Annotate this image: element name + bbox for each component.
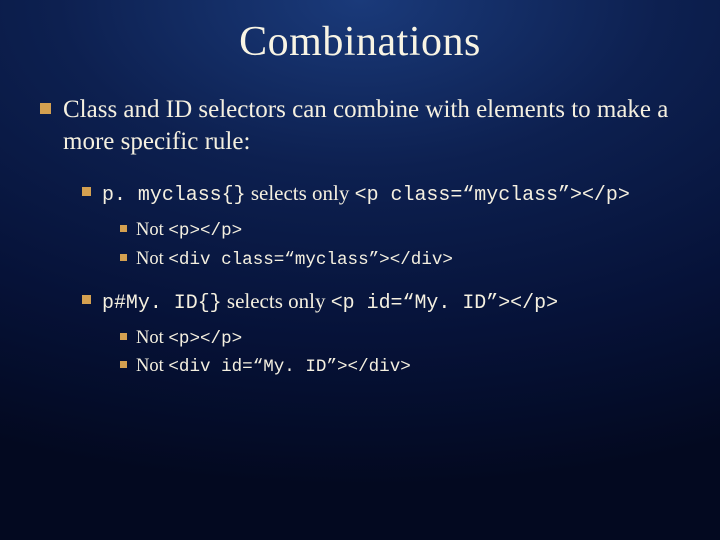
- code-example: <div id=“My. ID”></div>: [168, 357, 410, 377]
- slide-body: Combinations Class and ID selectors can …: [0, 0, 720, 540]
- level3-text: Not <p></p>: [136, 218, 242, 243]
- bullet-level1: Class and ID selectors can combine with …: [40, 94, 690, 158]
- not-prefix: Not: [136, 220, 168, 240]
- bullet-level3: Not <p></p>: [120, 326, 690, 351]
- bullet-level2: p. myclass{} selects only <p class=“mycl…: [82, 180, 690, 208]
- not-prefix: Not: [136, 356, 168, 376]
- level3-text: Not <p></p>: [136, 326, 242, 351]
- text-mid: selects only: [222, 289, 331, 313]
- not-prefix: Not: [136, 249, 168, 269]
- bullet-level2: p#My. ID{} selects only <p id=“My. ID”><…: [82, 288, 690, 316]
- subgroup-2: p#My. ID{} selects only <p id=“My. ID”><…: [30, 288, 690, 380]
- subgroup-1: p. myclass{} selects only <p class=“mycl…: [30, 180, 690, 272]
- level3-text: Not <div class=“myclass”></div>: [136, 247, 453, 272]
- not-prefix: Not: [136, 328, 168, 348]
- slide-title: Combinations: [30, 18, 690, 66]
- square-bullet-icon: [82, 295, 91, 304]
- level2-text: p. myclass{} selects only <p class=“mycl…: [102, 180, 630, 208]
- bullet-level3: Not <div class=“myclass”></div>: [120, 247, 690, 272]
- square-bullet-icon: [120, 361, 127, 368]
- square-bullet-icon: [120, 333, 127, 340]
- code-example: <div class=“myclass”></div>: [168, 250, 453, 270]
- code-example: <p id=“My. ID”></p>: [331, 291, 558, 314]
- level3-text: Not <div id=“My. ID”></div>: [136, 354, 411, 379]
- code-example: <p></p>: [168, 221, 242, 241]
- code-selector: p#My. ID{}: [102, 291, 222, 314]
- bullet-level3: Not <p></p>: [120, 218, 690, 243]
- text-mid: selects only: [246, 181, 355, 205]
- code-example: <p></p>: [168, 329, 242, 349]
- square-bullet-icon: [120, 225, 127, 232]
- square-bullet-icon: [120, 254, 127, 261]
- square-bullet-icon: [40, 103, 51, 114]
- code-example: <p class=“myclass”></p>: [355, 183, 630, 206]
- code-selector: p. myclass{}: [102, 183, 246, 206]
- bullet-level3: Not <div id=“My. ID”></div>: [120, 354, 690, 379]
- square-bullet-icon: [82, 187, 91, 196]
- level1-text: Class and ID selectors can combine with …: [63, 94, 690, 158]
- level2-text: p#My. ID{} selects only <p id=“My. ID”><…: [102, 288, 558, 316]
